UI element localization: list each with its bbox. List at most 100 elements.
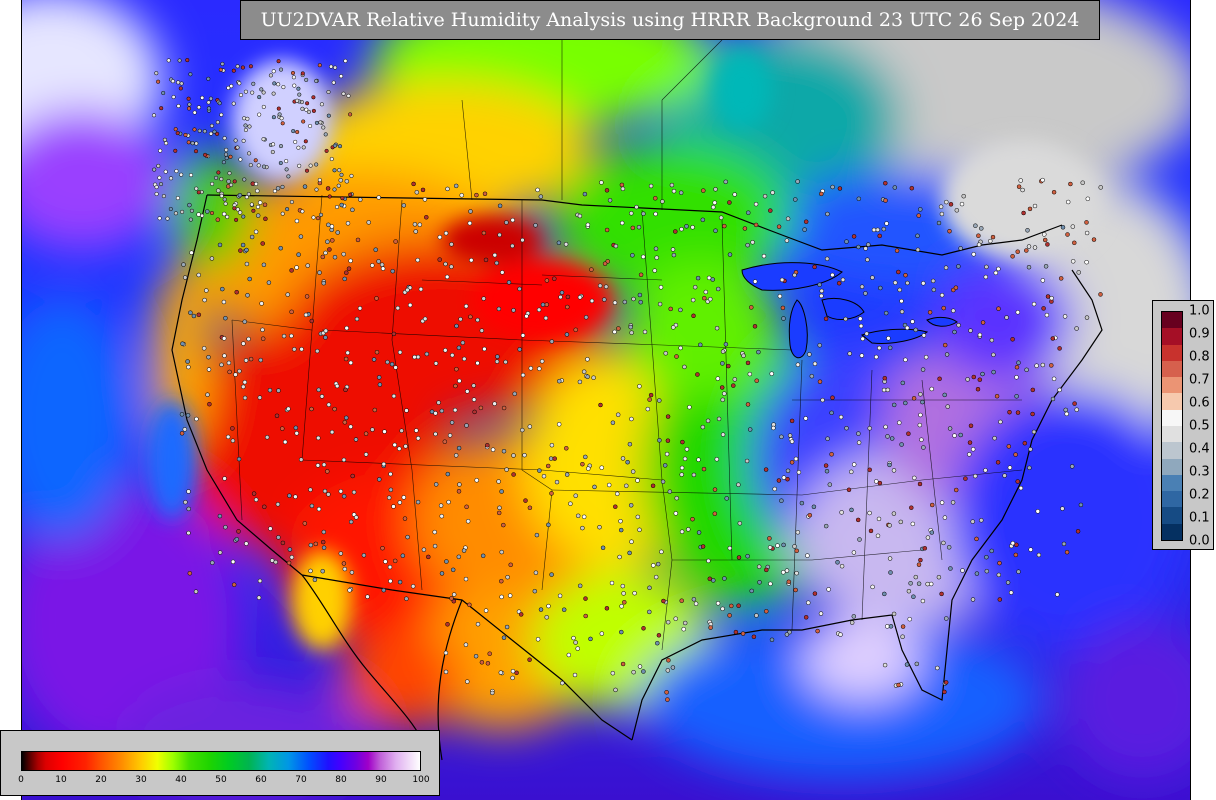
station-marker: [496, 510, 502, 516]
station-marker: [284, 167, 289, 172]
station-marker: [302, 184, 308, 189]
station-marker: [703, 289, 709, 295]
station-marker: [1015, 310, 1021, 315]
station-marker: [286, 406, 291, 412]
station-marker: [294, 431, 299, 436]
station-marker: [301, 119, 306, 124]
station-marker: [585, 374, 590, 379]
station-marker: [780, 305, 786, 311]
station-marker: [662, 463, 668, 468]
station-marker: [308, 123, 313, 129]
station-marker: [670, 665, 676, 670]
station-marker: [414, 428, 419, 433]
station-marker: [929, 502, 935, 508]
station-marker: [575, 646, 580, 651]
station-marker: [432, 529, 437, 535]
station-marker: [537, 366, 542, 371]
station-marker: [420, 187, 426, 193]
station-marker: [863, 246, 868, 251]
station-marker: [638, 272, 644, 278]
rh-tick: 50: [215, 775, 227, 785]
station-marker: [603, 284, 609, 289]
station-marker: [260, 241, 265, 246]
station-marker: [376, 375, 382, 380]
station-marker: [186, 96, 191, 101]
station-marker: [321, 545, 327, 550]
station-marker: [504, 624, 510, 630]
station-marker: [376, 195, 381, 200]
station-marker: [665, 414, 671, 419]
station-marker: [625, 459, 630, 465]
station-marker: [665, 438, 671, 443]
station-marker: [976, 242, 982, 247]
station-marker: [168, 176, 174, 181]
station-marker: [196, 105, 201, 110]
station-marker: [641, 254, 646, 260]
station-marker: [386, 495, 392, 500]
station-marker: [209, 123, 214, 128]
station-marker: [236, 529, 241, 534]
station-marker: [261, 137, 266, 142]
station-marker: [1028, 447, 1033, 452]
station-marker: [179, 172, 184, 177]
station-marker: [315, 216, 321, 221]
map-title: UU2DVAR Relative Humidity Analysis using…: [240, 0, 1100, 40]
station-marker: [839, 563, 845, 569]
station-marker: [632, 590, 637, 596]
station-marker: [497, 203, 503, 209]
station-marker: [326, 492, 331, 497]
ob-tick: 0.7: [1189, 372, 1210, 388]
station-marker: [698, 342, 703, 348]
station-marker: [619, 182, 625, 188]
station-marker: [894, 248, 900, 253]
station-marker: [305, 101, 310, 106]
station-marker: [904, 325, 910, 331]
station-marker: [1051, 189, 1057, 195]
station-marker: [188, 310, 193, 315]
station-marker: [1013, 552, 1019, 558]
station-marker: [546, 522, 551, 528]
station-marker: [905, 280, 910, 286]
station-marker: [989, 337, 995, 343]
ob-color-step: [1162, 491, 1182, 508]
station-marker: [1027, 206, 1033, 212]
station-marker: [642, 329, 648, 335]
station-marker: [990, 234, 996, 240]
station-marker: [181, 262, 186, 267]
station-marker: [680, 439, 685, 445]
station-marker: [679, 598, 684, 603]
station-marker: [308, 542, 314, 548]
station-marker: [779, 434, 784, 440]
station-marker: [244, 541, 249, 546]
station-marker: [446, 499, 451, 505]
station-marker: [222, 136, 227, 141]
station-marker: [638, 299, 643, 305]
station-marker: [276, 106, 281, 111]
station-marker: [433, 431, 438, 437]
station-marker: [439, 571, 445, 576]
station-marker: [960, 568, 965, 573]
station-marker: [875, 533, 881, 539]
station-marker: [316, 387, 321, 393]
station-marker: [233, 372, 238, 377]
station-marker: [324, 148, 329, 153]
station-marker: [300, 71, 305, 76]
station-marker: [906, 431, 911, 436]
station-marker: [767, 545, 773, 550]
station-marker: [278, 160, 283, 166]
station-marker: [874, 479, 879, 484]
station-marker: [613, 504, 618, 509]
station-marker: [1002, 473, 1007, 478]
station-marker: [231, 68, 236, 73]
station-marker: [235, 207, 240, 212]
station-marker: [580, 525, 585, 531]
station-marker: [900, 634, 905, 639]
station-marker: [918, 557, 923, 563]
station-marker: [619, 604, 624, 609]
station-marker: [836, 280, 842, 286]
station-marker: [217, 242, 223, 248]
station-marker: [1031, 429, 1037, 435]
station-marker: [1016, 184, 1022, 189]
station-marker: [983, 468, 988, 473]
station-marker: [445, 471, 451, 477]
